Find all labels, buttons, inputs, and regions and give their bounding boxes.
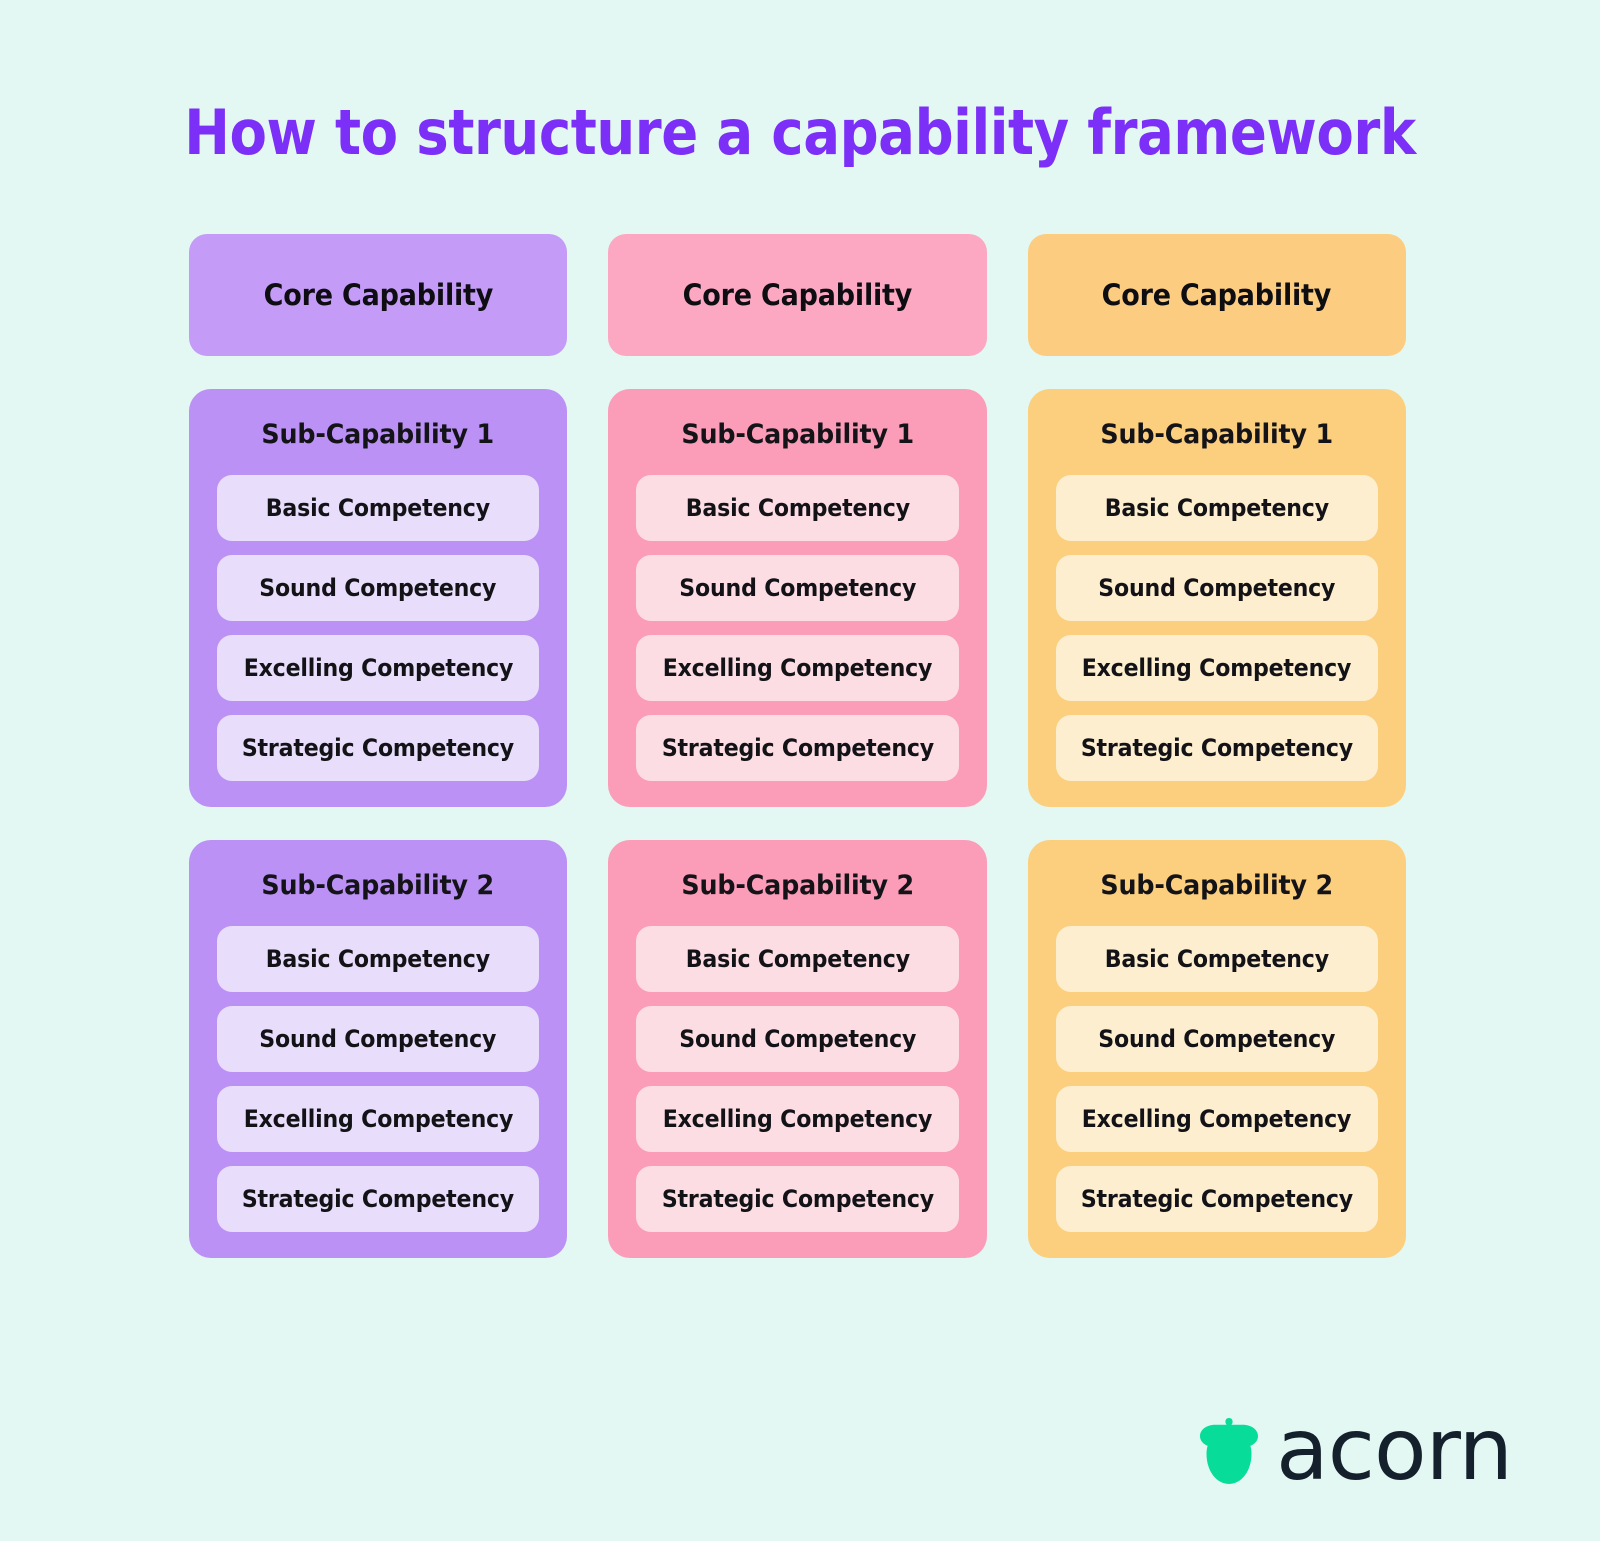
capability-framework-grid: Core Capability Sub-Capability 1 Basic Com… [189,234,1406,1258]
competency-label: Strategic Competency [1080,1185,1353,1213]
competency-label: Basic Competency [685,494,910,522]
core-capability-label: Core Capability [263,278,493,312]
sub-capability-card[interactable]: Sub-Capability 1 Basic Competency Sound Co… [1027,389,1406,807]
sub-capability-title: Sub-Capability 2 [1100,870,1334,901]
competency-label: Strategic Competency [242,734,515,762]
competency-list: Basic Competency Sound Competency Excellin… [1055,926,1378,1232]
competency-label: Excelling Competency [243,1105,513,1133]
competency-label: Basic Competency [266,945,491,973]
acorn-icon [1198,1413,1260,1487]
core-capability-label: Core Capability [682,278,913,312]
competency-label: Sound Competency [679,574,916,602]
competency-label: Sound Competency [1098,1025,1336,1053]
competency-pill[interactable]: Strategic Competency [217,715,540,781]
sub-capability-card[interactable]: Sub-Capability 2 Basic Competency Sound Co… [189,840,568,1258]
capability-column-purple: Core Capability Sub-Capability 1 Basic Com… [189,234,568,1258]
competency-label: Excelling Competency [243,654,513,682]
sub-capability-title: Sub-Capability 1 [1100,419,1334,450]
core-capability-card[interactable]: Core Capability [608,234,987,356]
competency-pill[interactable]: Strategic Competency [636,1166,959,1232]
competency-label: Excelling Competency [1082,1105,1352,1133]
infographic-canvas: How to structure a capability framework … [0,0,1600,1541]
competency-pill[interactable]: Excelling Competency [1055,1086,1378,1152]
sub-capability-title: Sub-Capability 1 [681,419,914,450]
competency-pill[interactable]: Basic Competency [217,926,540,992]
sub-capability-card[interactable]: Sub-Capability 1 Basic Competency Sound Co… [189,389,568,807]
competency-pill[interactable]: Sound Competency [636,1006,959,1072]
competency-label: Basic Competency [1104,494,1329,522]
competency-list: Basic Competency Sound Competency Excellin… [636,926,959,1232]
competency-label: Basic Competency [266,494,491,522]
competency-label: Sound Competency [1098,574,1336,602]
competency-label: Sound Competency [259,574,497,602]
competency-pill[interactable]: Strategic Competency [636,715,959,781]
competency-pill[interactable]: Strategic Competency [217,1166,540,1232]
competency-pill[interactable]: Basic Competency [217,475,540,541]
competency-pill[interactable]: Strategic Competency [1055,715,1378,781]
core-capability-label: Core Capability [1102,278,1332,312]
core-capability-card[interactable]: Core Capability [189,234,568,356]
competency-pill[interactable]: Basic Competency [636,926,959,992]
competency-pill[interactable]: Excelling Competency [636,1086,959,1152]
acorn-logo: acorn [1198,1399,1513,1500]
acorn-wordmark: acorn [1276,1399,1513,1500]
competency-label: Strategic Competency [1080,734,1353,762]
competency-label: Basic Competency [685,945,910,973]
competency-label: Basic Competency [1104,945,1329,973]
capability-column-yellow: Core Capability Sub-Capability 1 Basic Com… [1027,234,1406,1258]
competency-label: Strategic Competency [242,1185,515,1213]
page-title: How to structure a capability framework [184,96,1416,169]
competency-pill[interactable]: Sound Competency [636,555,959,621]
competency-pill[interactable]: Basic Competency [1055,475,1378,541]
sub-capability-card[interactable]: Sub-Capability 2 Basic Competency Sound Co… [1027,840,1406,1258]
competency-label: Strategic Competency [661,734,934,762]
competency-list: Basic Competency Sound Competency Excellin… [217,475,540,781]
competency-label: Excelling Competency [662,1105,933,1133]
competency-pill[interactable]: Excelling Competency [1055,635,1378,701]
sub-capability-title: Sub-Capability 2 [261,870,495,901]
sub-capability-title: Sub-Capability 1 [261,419,495,450]
competency-pill[interactable]: Excelling Competency [217,1086,540,1152]
competency-pill[interactable]: Sound Competency [217,1006,540,1072]
competency-label: Strategic Competency [661,1185,934,1213]
competency-list: Basic Competency Sound Competency Excellin… [636,475,959,781]
competency-label: Sound Competency [679,1025,916,1053]
competency-pill[interactable]: Basic Competency [636,475,959,541]
competency-pill[interactable]: Excelling Competency [217,635,540,701]
competency-pill[interactable]: Sound Competency [1055,1006,1378,1072]
sub-capability-card[interactable]: Sub-Capability 2 Basic Competency Sound Co… [608,840,987,1258]
competency-pill[interactable]: Basic Competency [1055,926,1378,992]
sub-capability-title: Sub-Capability 2 [681,870,914,901]
sub-capability-card[interactable]: Sub-Capability 1 Basic Competency Sound Co… [608,389,987,807]
competency-label: Excelling Competency [1082,654,1352,682]
competency-pill[interactable]: Excelling Competency [636,635,959,701]
competency-pill[interactable]: Strategic Competency [1055,1166,1378,1232]
competency-pill[interactable]: Sound Competency [217,555,540,621]
capability-column-pink: Core Capability Sub-Capability 1 Basic Com… [608,234,987,1258]
competency-pill[interactable]: Sound Competency [1055,555,1378,621]
core-capability-card[interactable]: Core Capability [1027,234,1406,356]
competency-label: Excelling Competency [662,654,933,682]
competency-list: Basic Competency Sound Competency Excellin… [217,926,540,1232]
competency-list: Basic Competency Sound Competency Excellin… [1055,475,1378,781]
competency-label: Sound Competency [259,1025,497,1053]
